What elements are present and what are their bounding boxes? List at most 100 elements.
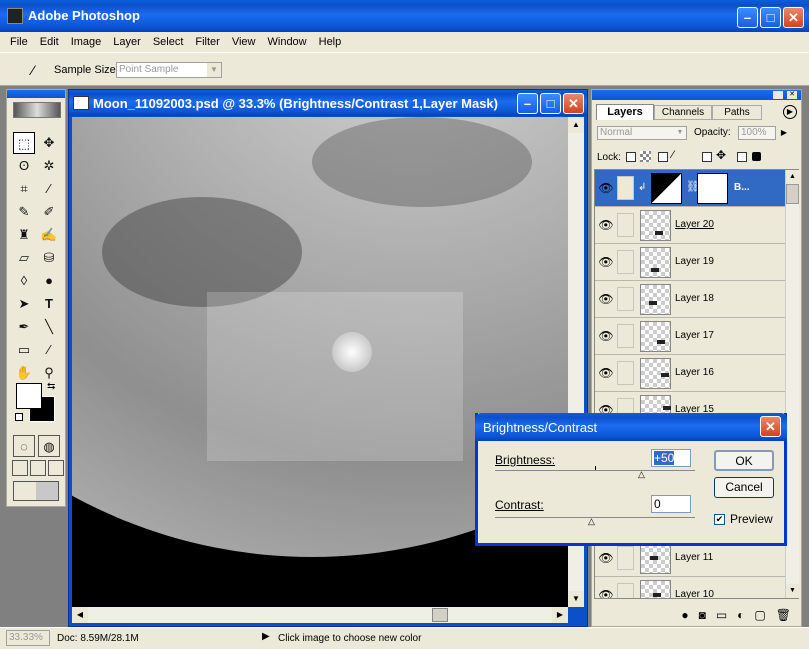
layer-row[interactable]: 👁 Layer 17 [595,318,798,355]
layers-scrollbar[interactable]: ▲ ▼ [785,170,799,598]
visibility-eye-icon[interactable]: 👁 [597,213,615,237]
move-tool-icon[interactable]: ✥ [38,132,60,154]
layer-row[interactable]: 👁 Layer 16 [595,355,798,392]
scroll-right-icon[interactable]: ▶ [552,607,568,623]
visibility-eye-icon[interactable]: 👁 [597,361,615,385]
tab-paths[interactable]: Paths [712,105,762,120]
horizontal-scroll-thumb[interactable] [432,608,448,622]
clone-stamp-tool-icon[interactable]: ♜ [13,224,35,246]
visibility-eye-icon[interactable]: 👁 [597,546,615,570]
maximize-button[interactable]: □ [760,7,781,28]
pen-tool-icon[interactable]: ✒ [13,316,35,338]
paint-bucket-tool-icon[interactable]: ⛁ [38,247,60,269]
healing-brush-tool-icon[interactable]: ✎ [13,201,35,223]
sample-size-select[interactable]: Point Sample ▼ [116,62,222,78]
eyedropper-icon[interactable]: ⁄ [22,59,44,81]
layer-link-icon[interactable] [617,324,634,348]
scroll-thumb[interactable] [786,184,799,204]
menu-layer[interactable]: Layer [107,32,147,52]
layer-link-icon[interactable] [617,250,634,274]
status-menu-icon[interactable]: ▶ [262,631,270,642]
ok-button[interactable]: OK [714,450,774,471]
jump-to-imageready-icon[interactable] [13,481,59,501]
standard-mode-icon[interactable]: ◌ [13,435,35,457]
screen-mode-standard-icon[interactable] [12,460,28,476]
eraser-tool-icon[interactable]: ▱ [13,247,35,269]
layer-row[interactable]: 👁 Layer 19 [595,244,798,281]
tab-channels[interactable]: Channels [654,105,712,120]
menu-edit[interactable]: Edit [34,32,65,52]
layer-mask-thumbnail[interactable] [697,173,728,204]
palette-close-icon[interactable]: ✕ [787,91,797,99]
palette-menu-icon[interactable]: ▶ [783,105,797,119]
close-button[interactable]: ✕ [783,7,804,28]
new-set-icon[interactable]: ▭ [716,608,727,622]
tab-layers[interactable]: Layers [596,104,654,120]
blend-mode-select[interactable]: Normal ▼ [597,126,687,140]
dodge-tool-icon[interactable]: ● [38,270,60,292]
screen-mode-full-icon[interactable] [48,460,64,476]
document-close-button[interactable]: ✕ [563,93,584,114]
menu-window[interactable]: Window [262,32,313,52]
new-adjustment-layer-icon[interactable]: ◐ [737,608,744,622]
zoom-field[interactable]: 33.33% [6,630,50,646]
palette-minimize-icon[interactable] [773,91,783,99]
brightness-field[interactable]: +50 [651,449,691,467]
crop-tool-icon[interactable]: ⌗ [13,178,35,200]
layer-link-icon[interactable] [617,176,634,200]
swap-colors-icon[interactable]: ⇆ [47,381,55,392]
layer-row-adjustment[interactable]: 👁 ↲ ⛓ B... [595,170,798,207]
type-tool-icon[interactable]: T [38,293,60,315]
hand-tool-icon[interactable]: ✋ [13,362,35,384]
delete-layer-icon[interactable]: 🗑 [776,608,791,622]
layer-row[interactable]: 👁 Layer 20 [595,207,798,244]
layer-style-icon[interactable]: ● [681,608,688,622]
quick-mask-mode-icon[interactable]: ◍ [38,435,60,457]
horizontal-scrollbar[interactable]: ◀ ▶ [72,607,568,623]
path-selection-tool-icon[interactable]: ➤ [13,293,35,315]
eyedropper-tool-icon[interactable]: ⁄ [38,178,60,200]
scroll-left-icon[interactable]: ◀ [72,607,88,623]
contrast-slider-thumb[interactable]: △ [588,516,595,527]
lasso-tool-icon[interactable]: ʘ [13,155,35,177]
scroll-up-icon[interactable]: ▲ [568,117,584,133]
lock-all-checkbox[interactable] [737,152,747,162]
brush-tool-icon[interactable]: ✐ [38,201,60,223]
visibility-eye-icon[interactable]: 👁 [597,250,615,274]
add-mask-icon[interactable]: ◙ [699,608,706,622]
lock-transparency-checkbox[interactable] [626,152,636,162]
foreground-color-swatch[interactable] [16,383,42,409]
line-tool-icon[interactable]: ╲ [38,316,60,338]
lock-image-checkbox[interactable] [658,152,668,162]
menu-view[interactable]: View [226,32,262,52]
menu-image[interactable]: Image [65,32,108,52]
visibility-eye-icon[interactable]: 👁 [597,287,615,311]
magic-wand-tool-icon[interactable]: ✲ [38,155,60,177]
brightness-slider-track[interactable] [495,470,695,471]
contrast-field[interactable]: 0 [651,495,691,513]
brightness-slider-thumb[interactable]: △ [638,469,645,480]
document-maximize-button[interactable]: □ [540,93,561,114]
scroll-up-icon[interactable]: ▲ [786,170,799,184]
preview-checkbox[interactable]: ✔ [714,514,725,525]
screen-mode-menubar-icon[interactable] [30,460,46,476]
opacity-field[interactable]: 100% [738,126,776,140]
menu-filter[interactable]: Filter [189,32,225,52]
notes-tool-icon[interactable]: ▭ [13,339,35,361]
opacity-slider-icon[interactable]: ▶ [778,126,790,140]
adobe-online-icon[interactable] [13,102,61,118]
new-layer-icon[interactable]: ▢ [754,608,765,622]
history-brush-tool-icon[interactable]: ✍ [38,224,60,246]
lock-position-checkbox[interactable] [702,152,712,162]
blur-tool-icon[interactable]: ◊ [13,270,35,292]
layer-row[interactable]: 👁 Layer 10 [595,577,798,598]
contrast-slider-track[interactable] [495,517,695,518]
dialog-close-button[interactable]: ✕ [760,416,781,437]
layer-link-icon[interactable] [617,583,634,598]
eyedropper-tool-2-icon[interactable]: ⁄ [38,339,60,361]
marquee-tool-icon[interactable]: ⬚ [13,132,35,154]
layer-link-icon[interactable] [617,213,634,237]
layer-link-icon[interactable] [617,287,634,311]
scroll-down-icon[interactable]: ▼ [568,591,584,607]
menu-select[interactable]: Select [147,32,190,52]
